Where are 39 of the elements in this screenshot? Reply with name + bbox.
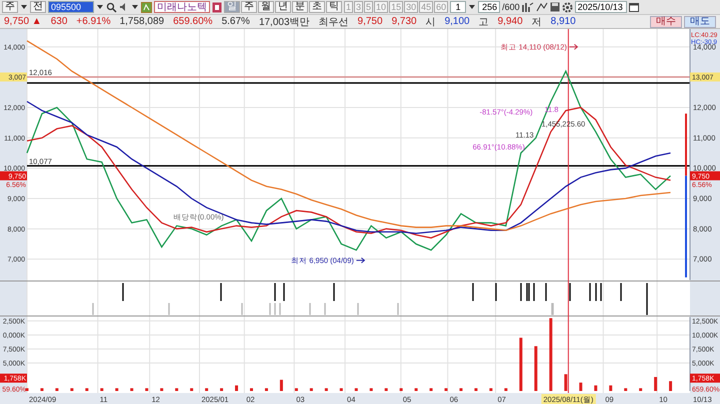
quote-value: 5.67% [222, 16, 250, 27]
quote-value: 고 [478, 16, 489, 28]
date-field[interactable]: 2025/10/13 [574, 1, 627, 13]
count-max-label: /600 [502, 2, 520, 12]
period-tab[interactable]: 주 [241, 1, 257, 13]
market-dropdown[interactable]: 주 [2, 1, 18, 13]
logo-icon[interactable] [141, 2, 152, 12]
multiplier-field[interactable]: 1 [450, 1, 466, 13]
period-tab[interactable]: 틱 [326, 1, 342, 13]
period-tab[interactable]: 월 [258, 1, 274, 13]
chart-tool-icon[interactable] [522, 2, 534, 12]
quote-value: +6.91% [76, 16, 111, 27]
line-tool-icon[interactable] [536, 2, 548, 12]
search-icon[interactable] [106, 2, 117, 12]
quote-value: 659.60% [173, 16, 213, 27]
quote-value: 9,730 [392, 16, 417, 27]
stock-name: 미래나노텍 [154, 1, 210, 13]
quote-value: 630 [50, 16, 68, 27]
calendar-icon[interactable] [628, 2, 639, 12]
quote-value: 1,758,089 [120, 16, 164, 27]
sell-button[interactable]: 매도 [684, 16, 716, 28]
count-field[interactable]: 256 [478, 1, 500, 13]
quote-value: 9,750 [358, 16, 383, 27]
period-tab[interactable]: 년 [275, 1, 291, 13]
quote-value: 8,910 [550, 16, 576, 27]
period-tab[interactable]: 초 [309, 1, 325, 13]
save-icon[interactable] [550, 2, 560, 12]
quote-value: 9,100 [444, 16, 470, 27]
quote-value: 9,940 [498, 16, 523, 27]
quote-value: 시 [426, 16, 436, 28]
settings-icon[interactable] [562, 2, 573, 12]
quote-value: 저 [532, 16, 542, 28]
buy-button[interactable]: 매수 [650, 16, 682, 28]
stock-code-field[interactable]: 095500 [48, 1, 94, 13]
quote-value: 9,750 ▲ [4, 16, 42, 27]
quote-value: 17,003백만 [258, 16, 310, 28]
period-tab[interactable]: 분 [292, 1, 308, 13]
quote-value: 최우선 [318, 16, 349, 28]
all-button[interactable]: 전 [30, 1, 46, 13]
